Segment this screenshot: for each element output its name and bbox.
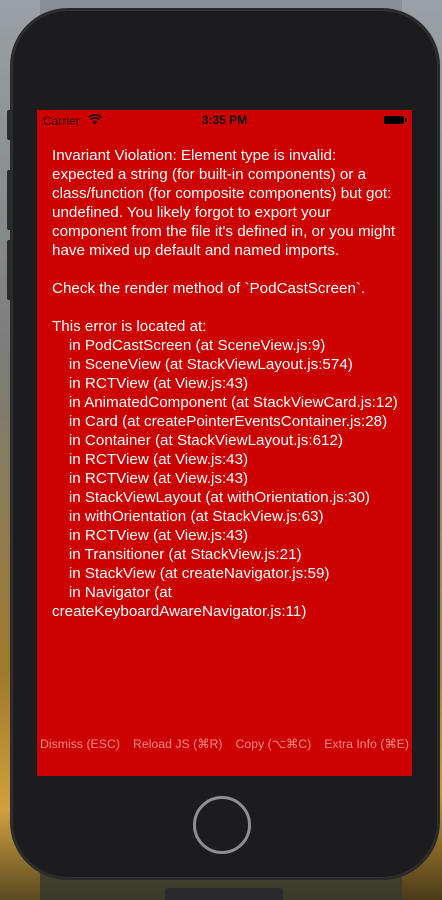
battery-icon <box>384 116 407 124</box>
status-bar: Carrier 3:35 PM <box>37 110 412 130</box>
status-time: 3:35 PM <box>201 113 248 127</box>
simulator-screen: Carrier 3:35 PM Invariant Violation: Ele… <box>37 110 412 776</box>
reload-js-button[interactable]: Reload JS (⌘R) <box>133 734 223 754</box>
redbox-error-text[interactable]: Invariant Violation: Element type is inv… <box>52 146 402 716</box>
error-message: Invariant Violation: Element type is inv… <box>52 147 398 620</box>
copy-button[interactable]: Copy (⌥⌘C) <box>236 734 312 754</box>
mute-switch <box>7 110 13 140</box>
dismiss-button[interactable]: Dismiss (ESC) <box>40 734 120 754</box>
volume-up-button <box>7 170 13 230</box>
extra-info-button[interactable]: Extra Info (⌘E) <box>324 734 409 754</box>
volume-down-button <box>7 240 13 300</box>
home-button[interactable] <box>193 796 251 854</box>
redbox-toolbar: Dismiss (ESC) Reload JS (⌘R) Copy (⌥⌘C) … <box>37 734 412 754</box>
dock-edge <box>165 888 283 900</box>
